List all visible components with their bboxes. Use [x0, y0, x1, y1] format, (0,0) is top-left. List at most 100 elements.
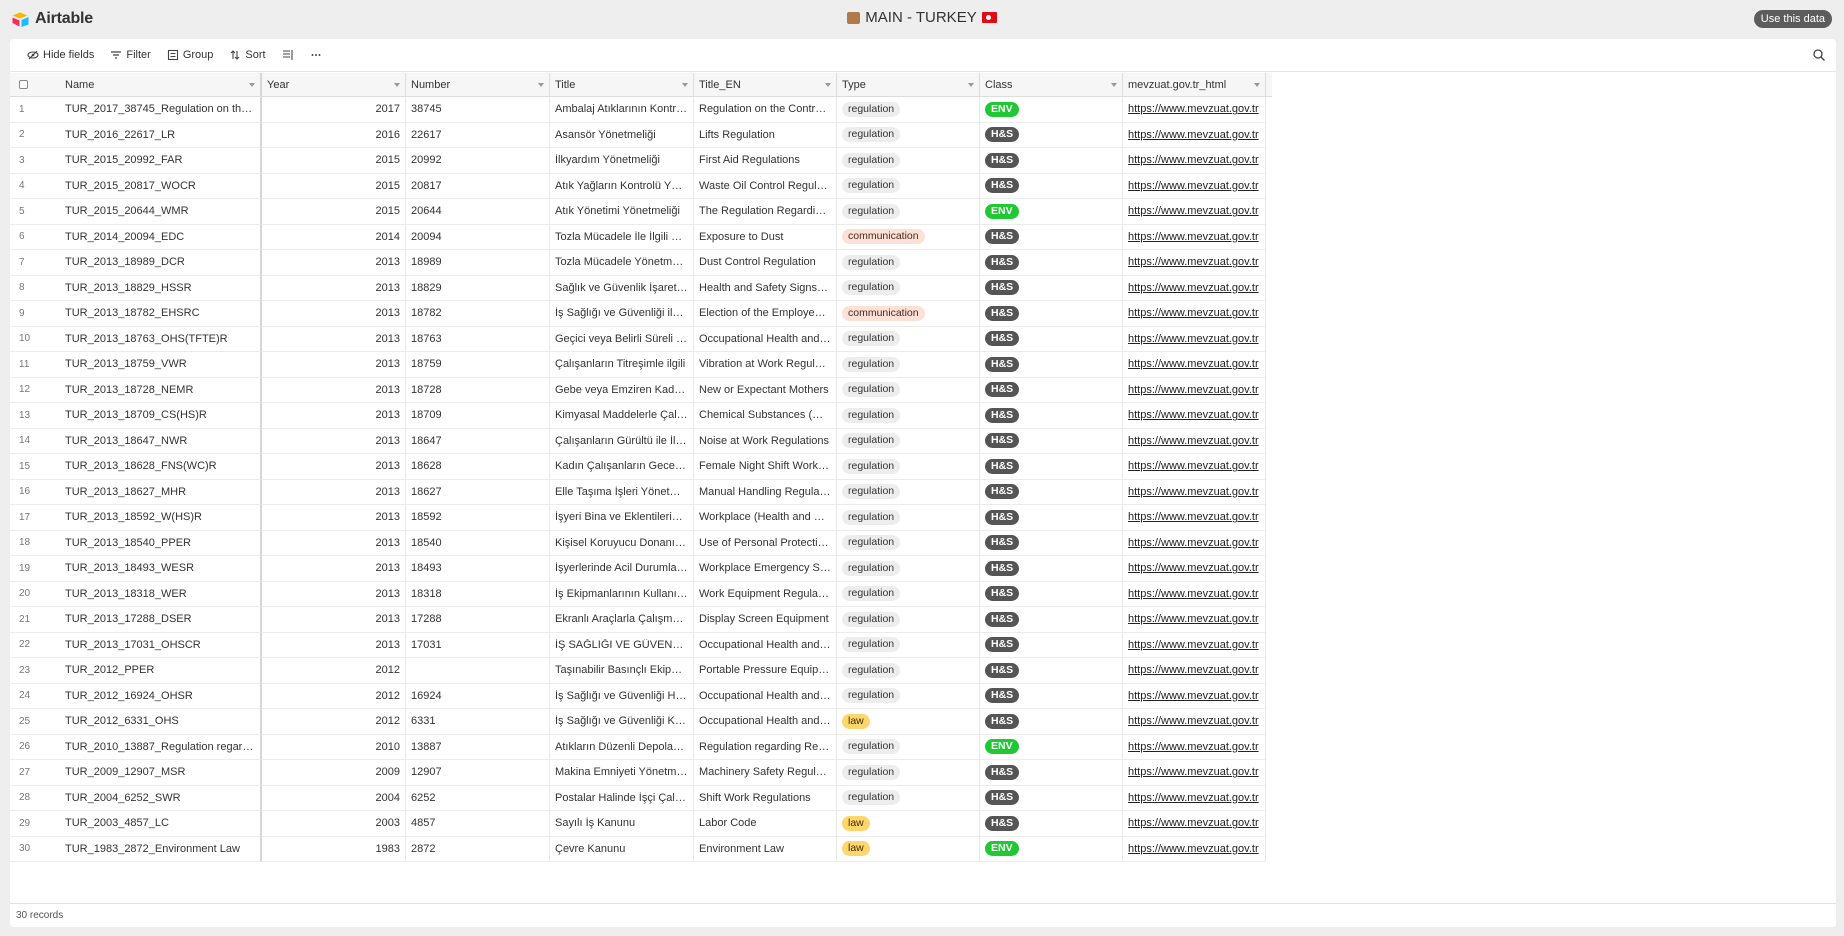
- cell-name[interactable]: TUR_2004_6252_SWR: [60, 785, 262, 811]
- cell-class[interactable]: H&S: [980, 811, 1123, 837]
- table-row[interactable]: 18 TUR_2013_18540_PPER 2013 18540 Kişisel Ko…: [10, 530, 1272, 556]
- cell-number[interactable]: 18493: [406, 556, 550, 582]
- cell-url[interactable]: https://www.mevzuat.gov.tr: [1123, 709, 1266, 735]
- cell-title[interactable]: Makina Emniyeti Yönetmeliği: [550, 760, 694, 786]
- cell-name[interactable]: TUR_2014_20094_EDC: [60, 224, 262, 250]
- cell-name[interactable]: TUR_1983_2872_Environment Law: [60, 836, 262, 862]
- cell-title-en[interactable]: Occupational Health and Safety: [694, 632, 837, 658]
- group-button[interactable]: Group: [160, 43, 221, 67]
- table-row[interactable]: 3 TUR_2015_20992_FAR 2015 20992 İlkyardım Yö…: [10, 148, 1272, 174]
- cell-url[interactable]: https://www.mevzuat.gov.tr: [1123, 173, 1266, 199]
- cell-title[interactable]: İŞ SAĞLIĞI VE GÜVENLİĞİ: [550, 632, 694, 658]
- cell-number[interactable]: 18989: [406, 250, 550, 276]
- cell-number[interactable]: 12907: [406, 760, 550, 786]
- table-row[interactable]: 5 TUR_2015_20644_WMR 2015 20644 Atık Yönetim…: [10, 199, 1272, 225]
- cell-url[interactable]: https://www.mevzuat.gov.tr: [1123, 734, 1266, 760]
- cell-class[interactable]: H&S: [980, 122, 1123, 148]
- cell-class[interactable]: H&S: [980, 505, 1123, 531]
- cell-title-en[interactable]: Occupational Health and Safety: [694, 326, 837, 352]
- cell-title-en[interactable]: Exposure to Dust: [694, 224, 837, 250]
- cell-year[interactable]: 2013: [262, 377, 406, 403]
- cell-title-en[interactable]: Lifts Regulation: [694, 122, 837, 148]
- cell-title-en[interactable]: Health and Safety Signs Regulations: [694, 275, 837, 301]
- cell-number[interactable]: 18647: [406, 428, 550, 454]
- url-link[interactable]: https://www.mevzuat.gov.tr: [1128, 562, 1260, 574]
- cell-year[interactable]: 2015: [262, 199, 406, 225]
- chevron-down-icon[interactable]: [394, 82, 400, 87]
- url-link[interactable]: https://www.mevzuat.gov.tr: [1128, 588, 1260, 600]
- cell-type[interactable]: law: [837, 811, 980, 837]
- cell-year[interactable]: 2013: [262, 250, 406, 276]
- cell-name[interactable]: TUR_2013_18493_WESR: [60, 556, 262, 582]
- url-link[interactable]: https://www.mevzuat.gov.tr: [1128, 817, 1260, 829]
- cell-number[interactable]: 18759: [406, 352, 550, 378]
- table-row[interactable]: 16 TUR_2013_18627_MHR 2013 18627 Elle Taşıma…: [10, 479, 1272, 505]
- cell-title-en[interactable]: Labor Code: [694, 811, 837, 837]
- cell-title[interactable]: İşyerlerinde Acil Durumlar Hakkında: [550, 556, 694, 582]
- cell-type[interactable]: regulation: [837, 505, 980, 531]
- table-row[interactable]: 24 TUR_2012_16924_OHSR 2012 16924 İş Sağlığı…: [10, 683, 1272, 709]
- table-row[interactable]: 20 TUR_2013_18318_WER 2013 18318 İş Ekipmanl…: [10, 581, 1272, 607]
- url-link[interactable]: https://www.mevzuat.gov.tr: [1128, 460, 1260, 472]
- cell-title[interactable]: İş Sağlığı ve Güvenliği Hizmetleri: [550, 683, 694, 709]
- column-header-title[interactable]: Title: [550, 73, 694, 96]
- cell-year[interactable]: 2012: [262, 658, 406, 684]
- table-row[interactable]: 6 TUR_2014_20094_EDC 2014 20094 Tozla Mücade…: [10, 224, 1272, 250]
- cell-class[interactable]: H&S: [980, 581, 1123, 607]
- cell-year[interactable]: 2009: [262, 760, 406, 786]
- cell-year[interactable]: 2013: [262, 556, 406, 582]
- url-link[interactable]: https://www.mevzuat.gov.tr: [1128, 103, 1260, 115]
- chevron-down-icon[interactable]: [682, 82, 688, 87]
- cell-type[interactable]: regulation: [837, 683, 980, 709]
- cell-type[interactable]: law: [837, 709, 980, 735]
- column-header-url[interactable]: mevzuat.gov.tr_html: [1123, 73, 1266, 96]
- cell-type[interactable]: communication: [837, 224, 980, 250]
- cell-name[interactable]: TUR_2015_20992_FAR: [60, 148, 262, 174]
- column-header-year[interactable]: Year: [262, 73, 406, 96]
- column-header-name[interactable]: Name: [60, 73, 262, 96]
- cell-url[interactable]: https://www.mevzuat.gov.tr: [1123, 148, 1266, 174]
- url-link[interactable]: https://www.mevzuat.gov.tr: [1128, 154, 1260, 166]
- url-link[interactable]: https://www.mevzuat.gov.tr: [1128, 843, 1260, 855]
- cell-type[interactable]: regulation: [837, 199, 980, 225]
- cell-type[interactable]: regulation: [837, 352, 980, 378]
- cell-title-en[interactable]: The Regulation Regarding the Waste Manag…: [694, 199, 837, 225]
- cell-number[interactable]: 20992: [406, 148, 550, 174]
- cell-year[interactable]: 2013: [262, 275, 406, 301]
- cell-title[interactable]: Postalar Halinde İşçi Çalıştırılarak: [550, 785, 694, 811]
- cell-url[interactable]: https://www.mevzuat.gov.tr: [1123, 377, 1266, 403]
- url-link[interactable]: https://www.mevzuat.gov.tr: [1128, 511, 1260, 523]
- cell-year[interactable]: 2015: [262, 148, 406, 174]
- cell-title[interactable]: Gebe veya Emziren Kadınların: [550, 377, 694, 403]
- cell-title[interactable]: Atık Yağların Kontrolü Yönetmeliği: [550, 173, 694, 199]
- cell-type[interactable]: communication: [837, 301, 980, 327]
- cell-type[interactable]: law: [837, 836, 980, 862]
- cell-number[interactable]: 18782: [406, 301, 550, 327]
- cell-year[interactable]: 2013: [262, 607, 406, 633]
- cell-url[interactable]: https://www.mevzuat.gov.tr: [1123, 326, 1266, 352]
- cell-class[interactable]: H&S: [980, 326, 1123, 352]
- cell-title[interactable]: Atık Yönetimi Yönetmeliği: [550, 199, 694, 225]
- cell-year[interactable]: 1983: [262, 836, 406, 862]
- cell-class[interactable]: H&S: [980, 403, 1123, 429]
- cell-title-en[interactable]: Work Equipment Regulations: [694, 581, 837, 607]
- cell-title[interactable]: Geçici veya Belirli Süreli İşlerde: [550, 326, 694, 352]
- cell-class[interactable]: H&S: [980, 301, 1123, 327]
- chevron-down-icon[interactable]: [825, 82, 831, 87]
- cell-type[interactable]: regulation: [837, 760, 980, 786]
- cell-type[interactable]: regulation: [837, 275, 980, 301]
- cell-url[interactable]: https://www.mevzuat.gov.tr: [1123, 97, 1266, 123]
- table-row[interactable]: 10 TUR_2013_18763_OHS(TFTE)R 2013 18763 Geçi…: [10, 326, 1272, 352]
- cell-title-en[interactable]: Manual Handling Regulations: [694, 479, 837, 505]
- column-header-title-en[interactable]: Title_EN: [694, 73, 837, 96]
- cell-type[interactable]: regulation: [837, 454, 980, 480]
- cell-year[interactable]: 2012: [262, 709, 406, 735]
- cell-class[interactable]: H&S: [980, 454, 1123, 480]
- chevron-down-icon[interactable]: [249, 82, 255, 87]
- cell-name[interactable]: TUR_2013_18829_HSSR: [60, 275, 262, 301]
- cell-url[interactable]: https://www.mevzuat.gov.tr: [1123, 683, 1266, 709]
- cell-type[interactable]: regulation: [837, 428, 980, 454]
- table-row[interactable]: 17 TUR_2013_18592_W(HS)R 2013 18592 İşyeri B…: [10, 505, 1272, 531]
- cell-class[interactable]: ENV: [980, 199, 1123, 225]
- search-icon[interactable]: [1812, 48, 1826, 62]
